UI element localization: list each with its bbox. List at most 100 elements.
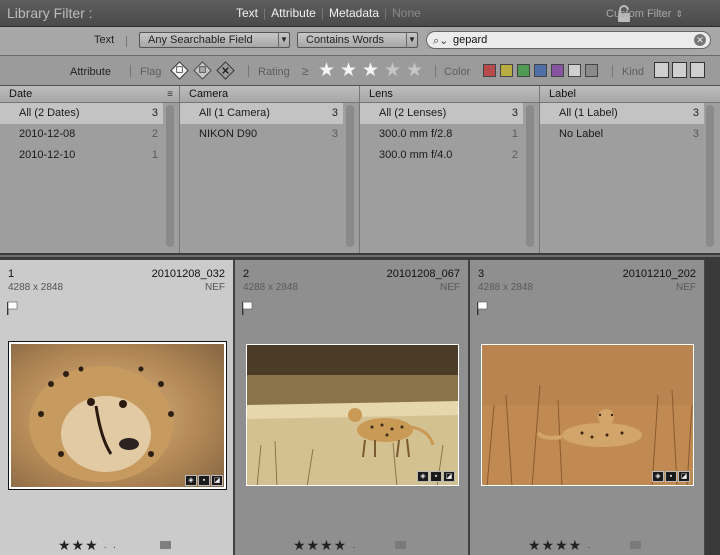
rating-star-2[interactable]: ★ bbox=[340, 61, 357, 80]
searchable-field-select[interactable]: Any Searchable Field ▼ bbox=[139, 32, 290, 48]
cell-filename: 20101208_032 bbox=[151, 268, 225, 280]
match-rule-select[interactable]: Contains Words ▼ bbox=[297, 32, 418, 48]
text-filter-label: Text bbox=[94, 34, 115, 46]
list-item[interactable]: NIKON D90 3 bbox=[180, 124, 343, 145]
thumbnail[interactable]: ◈ ▪ ◪ bbox=[246, 344, 459, 486]
cheetah-closeup-image bbox=[11, 344, 224, 487]
develop-badge-icon[interactable]: ◪ bbox=[211, 475, 223, 486]
thumbnail[interactable]: ◈ ▪ ◪ bbox=[481, 344, 694, 486]
star-rating[interactable]: ★★★ · · bbox=[58, 537, 117, 554]
cell-index: 1 bbox=[8, 268, 15, 280]
scrollbar[interactable] bbox=[166, 105, 174, 247]
list-item[interactable]: No Label 3 bbox=[540, 124, 704, 145]
keyword-badge-icon[interactable]: ◈ bbox=[185, 475, 197, 486]
photo-cell[interactable]: 1 20101208_032 4288 x 2848 NEF ◈ ▪ ◪ ★★★ ·… bbox=[0, 260, 234, 555]
cheetah-standing-image bbox=[247, 345, 458, 485]
color-label-swatch[interactable] bbox=[160, 541, 171, 549]
flag-icon[interactable] bbox=[6, 301, 18, 315]
flag-icon[interactable] bbox=[476, 301, 488, 315]
grid-scrollbar[interactable] bbox=[705, 257, 720, 555]
flag-label: Flag bbox=[140, 66, 162, 78]
list-item[interactable]: All (2 Lenses) 3 bbox=[360, 103, 523, 124]
search-input[interactable]: ⌕⌄ gepard ✕ bbox=[426, 31, 711, 49]
pick-flag-icon[interactable] bbox=[170, 61, 189, 80]
comment-badge-icon[interactable]: ▪ bbox=[430, 471, 442, 482]
unflagged-icon[interactable] bbox=[193, 61, 212, 80]
column-header[interactable]: Label bbox=[540, 86, 720, 103]
filter-tabs: Text | Attribute | Metadata | None bbox=[236, 6, 421, 20]
column-menu-icon[interactable]: ≡ bbox=[167, 86, 173, 103]
chevron-down-icon: ⇕ bbox=[675, 9, 683, 19]
list-item[interactable]: 2010-12-10 1 bbox=[0, 145, 163, 166]
keyword-badge-icon[interactable]: ◈ bbox=[652, 471, 664, 482]
list-item[interactable]: All (1 Camera) 3 bbox=[180, 103, 343, 124]
search-query: gepard bbox=[453, 34, 488, 46]
metadata-column-camera: Camera All (1 Camera) 3 NIKON D90 3 bbox=[180, 86, 360, 253]
rating-star-1[interactable]: ★ bbox=[318, 61, 335, 80]
attribute-label: Attribute bbox=[70, 66, 111, 78]
rating-star-4[interactable]: ★ bbox=[384, 61, 401, 80]
metadata-column-lens: Lens All (2 Lenses) 3 300.0 mm f/2.8 1 300… bbox=[360, 86, 540, 253]
tab-none[interactable]: None bbox=[392, 6, 421, 20]
color-chip-red[interactable] bbox=[483, 64, 496, 77]
cell-index: 3 bbox=[478, 268, 485, 280]
scrollbar[interactable] bbox=[706, 105, 714, 247]
cell-index: 2 bbox=[243, 268, 250, 280]
filter-preset-label: Custom Filter bbox=[606, 8, 672, 20]
color-label-swatch[interactable] bbox=[630, 541, 641, 549]
list-item[interactable]: 300.0 mm f/4.0 2 bbox=[360, 145, 523, 166]
color-chip-none[interactable] bbox=[585, 64, 598, 77]
list-item[interactable]: 300.0 mm f/2.8 1 bbox=[360, 124, 523, 145]
color-chip-custom[interactable] bbox=[568, 64, 581, 77]
rating-label: Rating bbox=[258, 66, 290, 78]
comment-badge-icon[interactable]: ▪ bbox=[665, 471, 677, 482]
column-header[interactable]: Lens bbox=[360, 86, 539, 103]
rating-operator[interactable]: ≥ bbox=[302, 64, 309, 78]
chevron-down-icon: ▼ bbox=[278, 32, 289, 48]
star-rating[interactable]: ★★★★ · bbox=[528, 537, 591, 554]
rating-star-5[interactable]: ★ bbox=[406, 61, 423, 80]
rejected-flag-icon[interactable] bbox=[216, 61, 235, 80]
column-header[interactable]: Date ≡ bbox=[0, 86, 179, 103]
color-chip-green[interactable] bbox=[517, 64, 530, 77]
photo-cell[interactable]: 2 20101208_067 4288 x 2848 NEF ◈ ▪ ◪ ★★★★ … bbox=[235, 260, 469, 555]
color-chip-yellow[interactable] bbox=[500, 64, 513, 77]
cell-dimensions: 4288 x 2848 bbox=[478, 282, 534, 293]
metadata-column-label: Label All (1 Label) 3 No Label 3 bbox=[540, 86, 720, 253]
color-label-swatch[interactable] bbox=[395, 541, 406, 549]
rating-star-3[interactable]: ★ bbox=[362, 61, 379, 80]
color-chip-purple[interactable] bbox=[551, 64, 564, 77]
photo-grid: 1 20101208_032 4288 x 2848 NEF ◈ ▪ ◪ ★★★ ·… bbox=[0, 257, 720, 555]
tab-attribute[interactable]: Attribute bbox=[271, 6, 316, 20]
cell-filename: 20101208_067 bbox=[386, 268, 460, 280]
cell-dimensions: 4288 x 2848 bbox=[8, 282, 64, 293]
cheetah-lying-image bbox=[482, 345, 693, 485]
library-filter-bar: Library Filter : Text | Attribute | Meta… bbox=[0, 0, 720, 27]
scrollbar[interactable] bbox=[346, 105, 354, 247]
chevron-down-icon: ▼ bbox=[406, 32, 417, 48]
clear-icon[interactable]: ✕ bbox=[694, 34, 706, 46]
comment-badge-icon[interactable]: ▪ bbox=[198, 475, 210, 486]
list-item[interactable]: 2010-12-08 2 bbox=[0, 124, 163, 145]
cell-extension: NEF bbox=[676, 282, 696, 293]
scrollbar[interactable] bbox=[526, 105, 534, 247]
color-chip-blue[interactable] bbox=[534, 64, 547, 77]
photo-cell[interactable]: 3 20101210_202 4288 x 2848 NEF ◈ ▪ ◪ ★★★★ … bbox=[470, 260, 705, 555]
cell-extension: NEF bbox=[205, 282, 225, 293]
develop-badge-icon[interactable]: ◪ bbox=[443, 471, 455, 482]
kind-videos-icon[interactable] bbox=[690, 62, 705, 78]
attribute-filter-row: Attribute Flag Rating ≥ ★ ★ ★ ★ ★ Color … bbox=[0, 56, 720, 86]
tab-metadata[interactable]: Metadata bbox=[329, 6, 379, 20]
tab-text[interactable]: Text bbox=[236, 6, 258, 20]
kind-master-photos-icon[interactable] bbox=[654, 62, 669, 78]
keyword-badge-icon[interactable]: ◈ bbox=[417, 471, 429, 482]
column-header[interactable]: Camera bbox=[180, 86, 359, 103]
list-item[interactable]: All (2 Dates) 3 bbox=[0, 103, 163, 124]
list-item[interactable]: All (1 Label) 3 bbox=[540, 103, 704, 124]
kind-virtual-copies-icon[interactable] bbox=[672, 62, 687, 78]
thumbnail[interactable]: ◈ ▪ ◪ bbox=[8, 341, 227, 490]
star-rating[interactable]: ★★★★ · bbox=[293, 537, 356, 554]
develop-badge-icon[interactable]: ◪ bbox=[678, 471, 690, 482]
flag-icon[interactable] bbox=[241, 301, 253, 315]
filter-preset-dropdown[interactable]: Custom Filter ⇕ bbox=[606, 8, 683, 20]
